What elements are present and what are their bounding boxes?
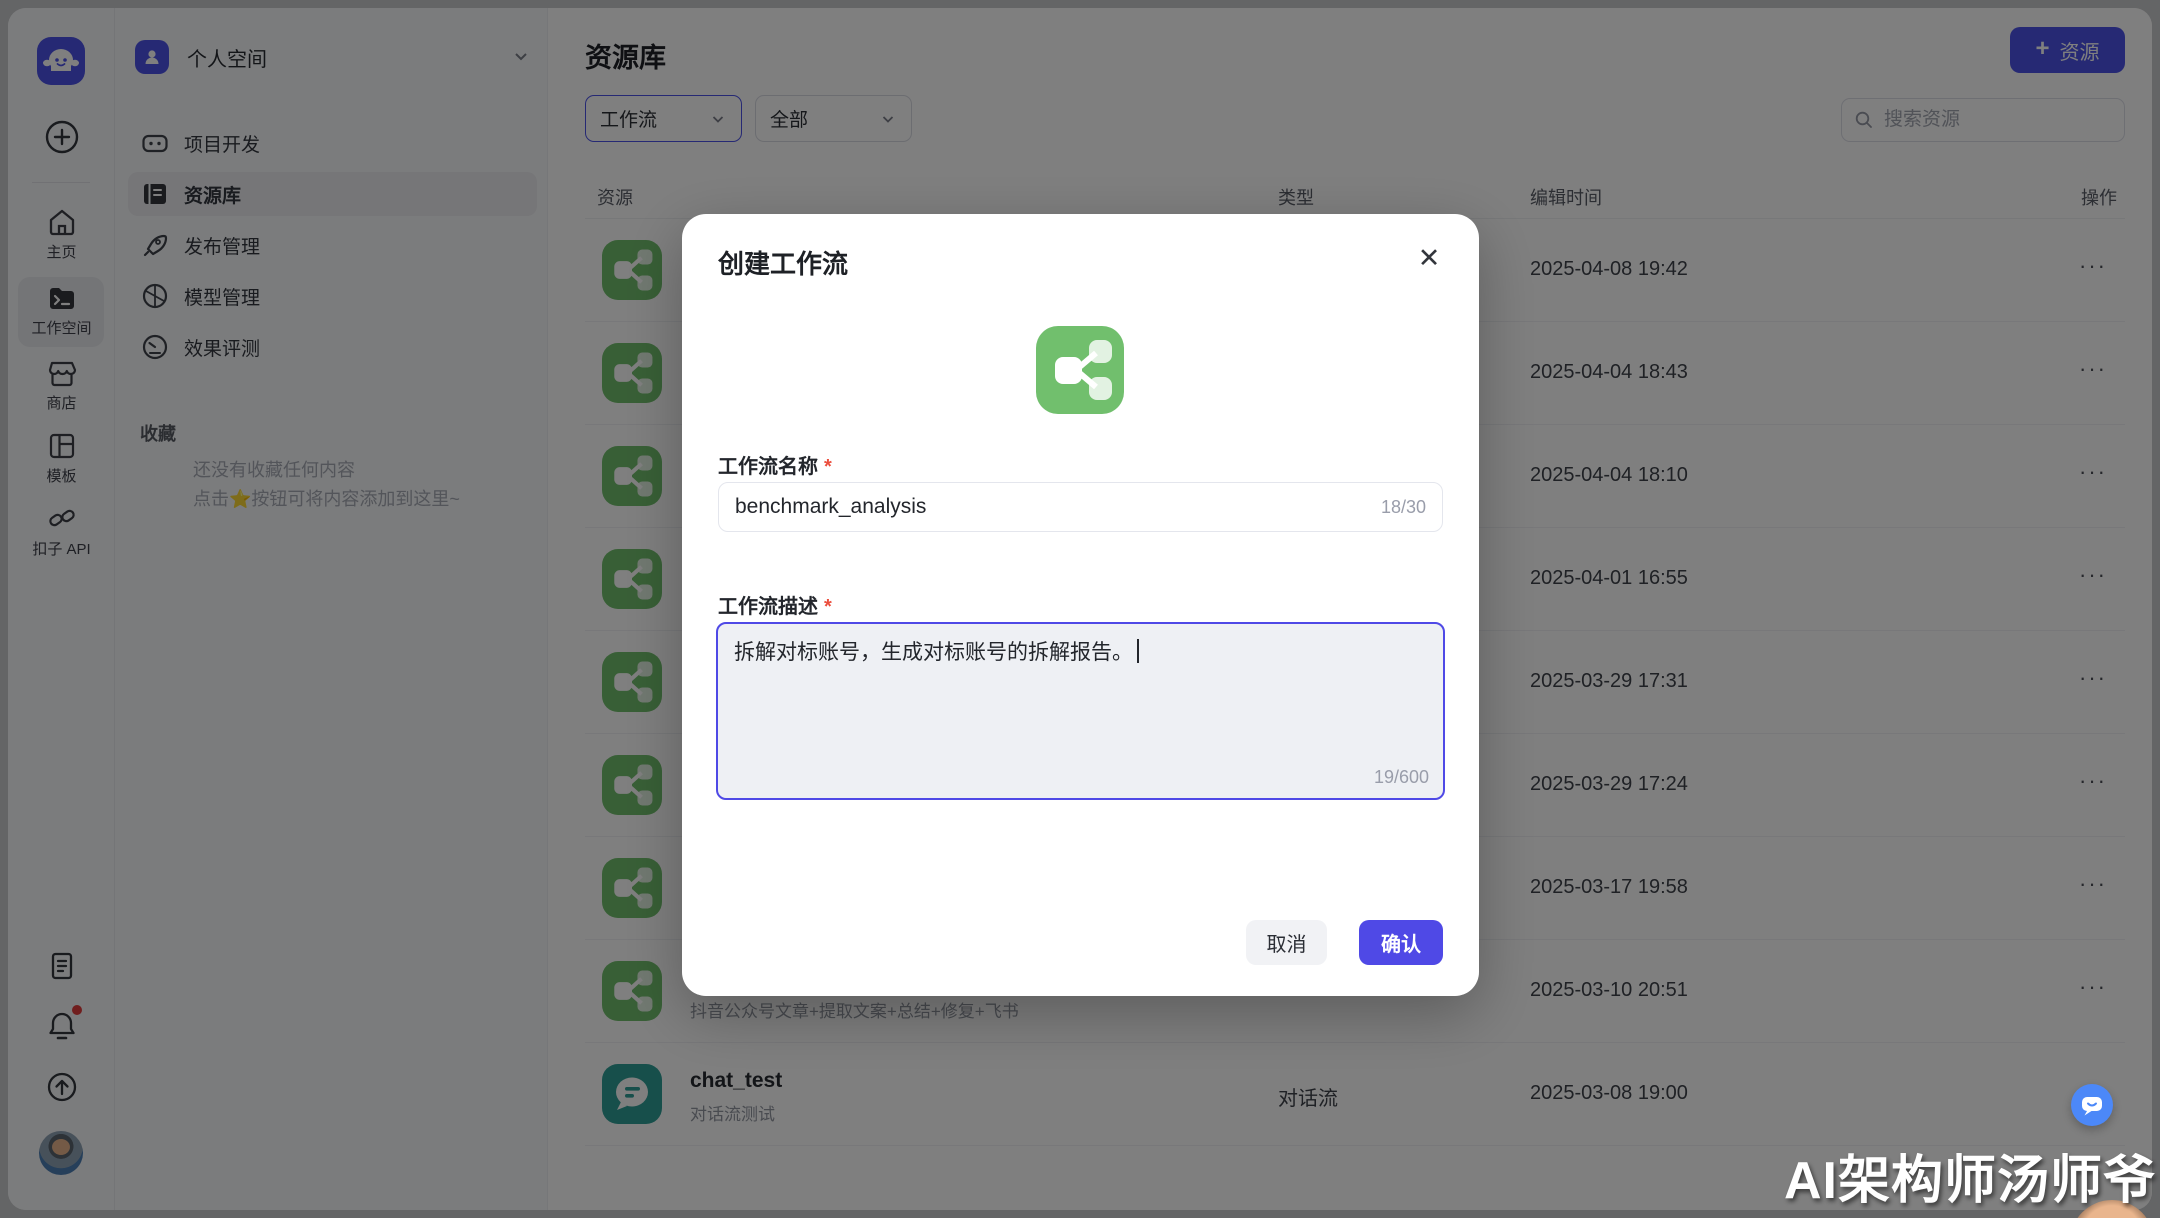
close-icon[interactable]: ✕ — [1409, 238, 1449, 278]
name-char-counter: 18/30 — [1381, 497, 1426, 518]
workflow-icon-large[interactable] — [1036, 326, 1124, 414]
workflow-description-textarea[interactable]: 拆解对标账号，生成对标账号的拆解报告。 19/600 — [716, 622, 1445, 800]
required-mark: * — [824, 456, 832, 478]
name-label: 工作流名称* — [718, 450, 832, 479]
chat-bubble-icon — [2079, 1092, 2105, 1118]
create-workflow-modal: 创建工作流 ✕ 工作流名称* 18/30 工作流描述* 拆解对标账号，生成对标账… — [682, 214, 1479, 996]
watermark-text: AI架构师汤师爷 — [1784, 1138, 2156, 1213]
cancel-button[interactable]: 取消 — [1246, 920, 1327, 965]
workflow-name-input[interactable] — [735, 495, 1381, 519]
workflow-name-field: 18/30 — [718, 482, 1443, 532]
modal-title: 创建工作流 — [718, 244, 848, 281]
confirm-button[interactable]: 确认 — [1359, 920, 1443, 965]
required-mark: * — [824, 596, 832, 618]
text-caret — [1137, 639, 1139, 663]
feedback-chat-button[interactable] — [2071, 1084, 2113, 1126]
description-char-counter: 19/600 — [1374, 767, 1429, 788]
description-label: 工作流描述* — [718, 590, 832, 619]
